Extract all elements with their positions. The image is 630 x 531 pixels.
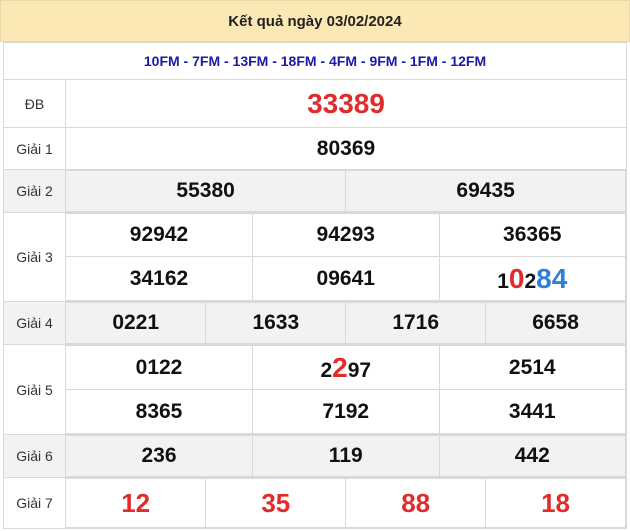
prize-row-g4: Giải 4 0221 1633 1716 6658 <box>3 301 627 345</box>
prize-label-db: ĐB <box>3 79 66 128</box>
digit-normal: 97 <box>347 358 372 382</box>
prize-label-g2: Giải 2 <box>3 169 66 213</box>
prize-row-db: ĐB 33389 <box>3 79 627 128</box>
prize-g3-value: 92942 <box>66 213 253 257</box>
results-title: Kết quả ngày 03/02/2024 <box>0 0 630 42</box>
digit-blue: 84 <box>536 262 568 294</box>
prize-g6-value: 119 <box>252 435 440 477</box>
digit-normal: 2 <box>524 269 537 293</box>
prize-row-g7: Giải 7 12 35 88 18 <box>3 477 627 529</box>
prize-g6-value: 236 <box>66 435 253 477</box>
prize-g4-value: 1633 <box>205 302 347 344</box>
prize-g5-value: 7192 <box>252 389 440 434</box>
prize-g5-value-highlighted: 2297 <box>252 345 440 390</box>
prize-label-g3: Giải 3 <box>3 212 66 302</box>
results-table: 10FM - 7FM - 13FM - 18FM - 4FM - 9FM - 1… <box>3 42 627 529</box>
prize-g4-value: 6658 <box>485 302 626 344</box>
prize-g3-value: 34162 <box>66 256 253 301</box>
prize-g5-value: 8365 <box>66 389 253 434</box>
prize-g5-value: 3441 <box>438 389 626 434</box>
prize-g4-value: 1716 <box>345 302 487 344</box>
prize-row-g1: Giải 1 80369 <box>3 127 627 170</box>
prize-label-g4: Giải 4 <box>3 301 66 345</box>
prize-g7-value: 18 <box>485 478 626 528</box>
prize-g5-value: 0122 <box>66 345 253 390</box>
prize-row-g3: Giải 3 92942 94293 36365 34162 09641 102… <box>3 212 627 302</box>
prize-g2-value: 55380 <box>66 170 347 212</box>
results-panel: Kết quả ngày 03/02/2024 10FM - 7FM - 13F… <box>0 0 630 531</box>
province-row: 10FM - 7FM - 13FM - 18FM - 4FM - 9FM - 1… <box>3 42 627 80</box>
prize-db-value: 33389 <box>65 79 627 128</box>
prize-g2-value: 69435 <box>345 170 626 212</box>
digit-normal: 2 <box>320 358 333 382</box>
prize-label-g5: Giải 5 <box>3 344 66 435</box>
prize-g1-value: 80369 <box>65 127 627 170</box>
prize-g7-value: 88 <box>345 478 487 528</box>
prize-g3-value: 94293 <box>252 213 440 257</box>
digit-red: 0 <box>508 262 525 294</box>
prize-g6-value: 442 <box>438 435 626 477</box>
prize-label-g1: Giải 1 <box>3 127 66 170</box>
prize-g5-value: 2514 <box>438 345 626 390</box>
prize-g3-value: 36365 <box>438 213 626 257</box>
prize-g4-value: 0221 <box>66 302 207 344</box>
prize-g3-value-highlighted: 10284 <box>438 256 626 301</box>
prize-g7-value: 35 <box>205 478 347 528</box>
prize-label-g6: Giải 6 <box>3 434 66 478</box>
prize-row-g2: Giải 2 55380 69435 <box>3 169 627 213</box>
prize-g3-value: 09641 <box>252 256 440 301</box>
prize-row-g5: Giải 5 0122 2297 2514 8365 7192 3441 <box>3 344 627 435</box>
prize-label-g7: Giải 7 <box>3 477 66 529</box>
digit-normal: 1 <box>497 269 509 293</box>
prize-g7-value: 12 <box>66 478 207 528</box>
province-list: 10FM - 7FM - 13FM - 18FM - 4FM - 9FM - 1… <box>3 42 627 80</box>
digit-red: 2 <box>332 351 348 383</box>
prize-row-g6: Giải 6 236 119 442 <box>3 434 627 478</box>
